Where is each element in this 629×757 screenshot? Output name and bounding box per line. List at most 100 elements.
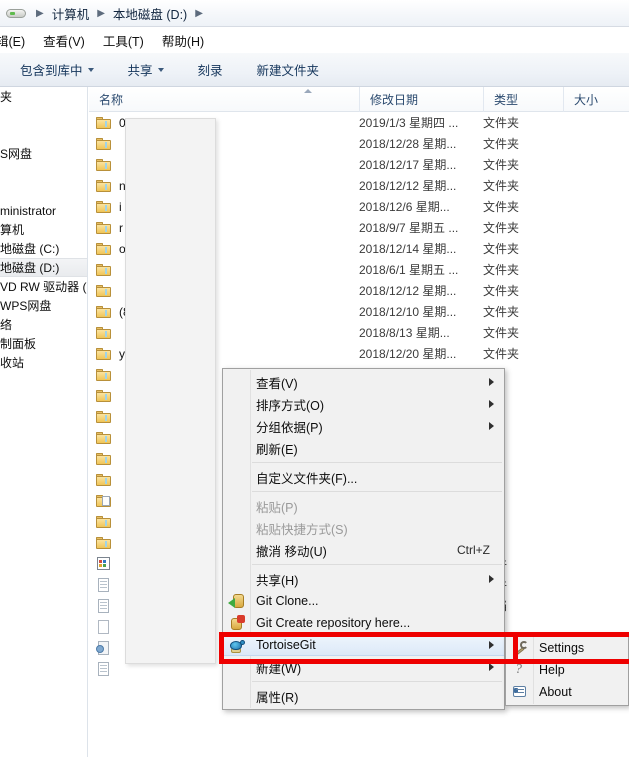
address-bar[interactable]: ▶ 计算机 ▶ 本地磁盘 (D:) ▶ bbox=[0, 0, 629, 27]
nav-item-2[interactable] bbox=[0, 125, 87, 144]
submenu-label-help: Help bbox=[539, 663, 565, 677]
context-menu-item-3[interactable]: 刷新(E) bbox=[223, 437, 504, 459]
nav-item-label: 地磁盘 (C:) bbox=[0, 242, 60, 256]
column-header-name[interactable]: 名称 bbox=[89, 87, 359, 112]
context-menu-item-10[interactable]: Git Create repository here... bbox=[223, 612, 504, 634]
file-type-cell: 文件夹 bbox=[483, 221, 520, 235]
blank-file-icon bbox=[96, 619, 112, 634]
breadcrumb-separator-2[interactable]: ▶ bbox=[190, 8, 208, 19]
breadcrumb-separator-1[interactable]: ▶ bbox=[92, 8, 110, 19]
nav-item-14[interactable]: 收站 bbox=[0, 353, 87, 372]
submenu-item-help[interactable]: ? Help bbox=[506, 659, 628, 681]
context-menu-item-1[interactable]: 排序方式(O) bbox=[223, 393, 504, 415]
drive-icon bbox=[6, 6, 26, 20]
nav-item-3[interactable]: S网盘 bbox=[0, 144, 87, 163]
nav-item-10[interactable]: VD RW 驱动器 ( bbox=[0, 277, 87, 296]
menu-item-view[interactable]: 查看(V) bbox=[34, 28, 94, 53]
folder-doc-icon bbox=[96, 494, 112, 508]
folder-icon bbox=[96, 326, 112, 340]
context-menu-separator bbox=[252, 681, 502, 682]
context-menu-item-label: Git Clone... bbox=[256, 594, 319, 608]
toolbar-label-new-folder: 新建文件夹 bbox=[256, 64, 320, 78]
nav-item-label: 算机 bbox=[0, 223, 25, 237]
nav-item-12[interactable]: 络 bbox=[0, 315, 87, 334]
overlay-panel bbox=[125, 118, 216, 664]
toolbar-button-new-folder[interactable]: 新建文件夹 bbox=[247, 56, 330, 83]
toolbar-button-include-in-library[interactable]: 包含到库中 bbox=[10, 56, 104, 83]
breadcrumb-separator-0[interactable]: ▶ bbox=[31, 8, 49, 19]
toolbar-label-share: 共享 bbox=[127, 64, 153, 78]
context-menu-item-4[interactable]: 自定义文件夹(F)... bbox=[223, 466, 504, 488]
nav-item-8[interactable]: 地磁盘 (C:) bbox=[0, 239, 87, 258]
toolbar-button-share[interactable]: 共享 bbox=[118, 56, 174, 83]
toolbar-label-include-in-library: 包含到库中 bbox=[20, 64, 83, 78]
folder-icon bbox=[96, 242, 112, 256]
menu-item-help[interactable]: 帮助(H) bbox=[153, 28, 213, 53]
sort-ascending-icon bbox=[304, 88, 312, 93]
context-menu-item-13[interactable]: 属性(R) bbox=[223, 685, 504, 707]
chevron-right-icon bbox=[489, 663, 494, 671]
column-header-size[interactable]: 大小 bbox=[563, 87, 623, 112]
document-icon bbox=[96, 661, 112, 676]
nav-item-4[interactable] bbox=[0, 163, 87, 182]
nav-item-0[interactable]: 夹 bbox=[0, 87, 87, 106]
nav-item-5[interactable] bbox=[0, 182, 87, 201]
context-menu-item-label: 粘贴(P) bbox=[256, 500, 298, 515]
context-menu-item-9[interactable]: Git Clone... bbox=[223, 590, 504, 612]
context-menu-item-11[interactable]: TortoiseGit bbox=[223, 634, 504, 656]
context-menu-item-6: 粘贴快捷方式(S) bbox=[223, 517, 504, 539]
help-icon: ? bbox=[515, 662, 522, 677]
tortoisegit-submenu[interactable]: Settings ? Help About bbox=[505, 634, 629, 706]
context-menu-item-label: 撤消 移动(U) bbox=[256, 544, 327, 559]
nav-item-7[interactable]: 算机 bbox=[0, 220, 87, 239]
git-create-repository-icon bbox=[228, 615, 245, 631]
toolbar-button-burn[interactable]: 刻录 bbox=[188, 56, 233, 83]
context-menu-item-2[interactable]: 分组依据(P) bbox=[223, 415, 504, 437]
folder-icon bbox=[96, 221, 112, 235]
navigation-pane[interactable]: 夹 S网盘 ministrator 算机地磁盘 (C:) 地磁盘 (D:) VD RW 驱… bbox=[0, 87, 88, 757]
nav-item-11[interactable]: WPS网盘 bbox=[0, 296, 87, 315]
column-header-date-label: 修改日期 bbox=[370, 92, 419, 107]
column-header-name-label: 名称 bbox=[99, 92, 124, 107]
context-menu-item-label: 自定义文件夹(F)... bbox=[256, 471, 358, 486]
folder-icon bbox=[96, 284, 112, 298]
breadcrumb-item-drive-d[interactable]: 本地磁盘 (D:) bbox=[110, 3, 190, 24]
menu-bar: 辑(E) 查看(V) 工具(T) 帮助(H) bbox=[0, 27, 629, 53]
nav-item-9[interactable]: 地磁盘 (D:) bbox=[0, 258, 87, 277]
context-menu-separator bbox=[252, 564, 502, 565]
context-menu-item-8[interactable]: 共享(H) bbox=[223, 568, 504, 590]
submenu-item-settings[interactable]: Settings bbox=[506, 637, 628, 659]
nav-item-6[interactable]: ministrator bbox=[0, 201, 87, 220]
chevron-right-icon bbox=[489, 400, 494, 408]
folder-icon bbox=[96, 431, 112, 445]
document-icon bbox=[96, 577, 112, 592]
menu-item-edit[interactable]: 辑(E) bbox=[0, 28, 34, 53]
context-menu-item-12[interactable]: 新建(W) bbox=[223, 656, 504, 678]
about-icon bbox=[511, 684, 528, 700]
nav-item-13[interactable]: 制面板 bbox=[0, 334, 87, 353]
folder-icon bbox=[96, 410, 112, 424]
nav-item-1[interactable] bbox=[0, 106, 87, 125]
file-type-cell: 文件夹 bbox=[483, 158, 520, 172]
file-date-cell: 2018/12/6 星期... bbox=[359, 200, 450, 214]
file-name-label: i bbox=[119, 199, 122, 214]
context-menu-item-7[interactable]: 撤消 移动(U) Ctrl+Z bbox=[223, 539, 504, 561]
menu-item-tools[interactable]: 工具(T) bbox=[94, 28, 153, 53]
config-file-icon bbox=[96, 640, 112, 655]
context-menu-item-label: 排序方式(O) bbox=[256, 398, 325, 413]
context-menu-item-0[interactable]: 查看(V) bbox=[223, 371, 504, 393]
wrench-icon bbox=[511, 640, 528, 657]
column-header-type[interactable]: 类型 bbox=[483, 87, 563, 112]
file-date-cell: 2018/8/13 星期... bbox=[359, 326, 450, 340]
context-menu[interactable]: 查看(V) 排序方式(O) 分组依据(P) 刷新(E) 自定义文件夹(F)... 粘贴(P… bbox=[222, 368, 505, 710]
file-type-cell: 文件夹 bbox=[483, 347, 520, 361]
context-menu-item-label: 属性(R) bbox=[256, 690, 299, 705]
folder-icon bbox=[96, 473, 112, 487]
breadcrumb-item-computer[interactable]: 计算机 bbox=[49, 3, 93, 24]
submenu-item-about[interactable]: About bbox=[506, 681, 628, 703]
column-header-date-modified[interactable]: 修改日期 bbox=[359, 87, 483, 112]
file-type-cell: 文件夹 bbox=[483, 263, 520, 277]
nav-item-label: WPS网盘 bbox=[0, 299, 52, 313]
nav-item-label: S网盘 bbox=[0, 147, 33, 161]
folder-icon bbox=[96, 368, 112, 382]
